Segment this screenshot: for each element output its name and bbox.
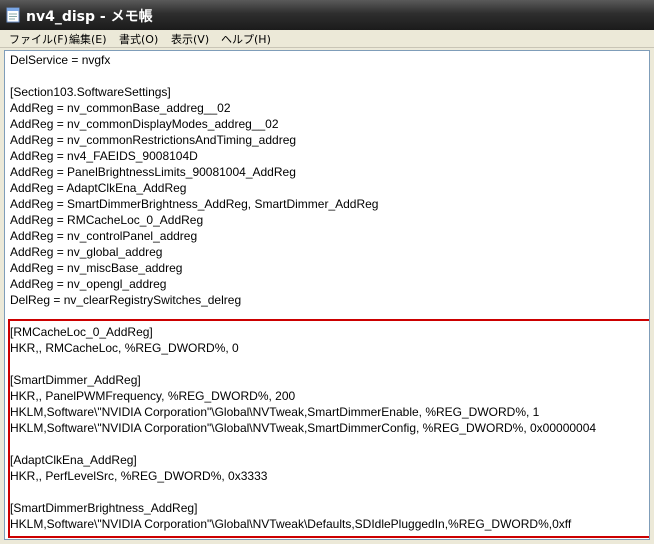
- text-line: AddReg = nv_controlPanel_addreg: [10, 229, 198, 243]
- text-content[interactable]: DelService = nvgfx [Section103.SoftwareSe…: [10, 52, 596, 532]
- text-line: [SmartDimmerBrightness_AddReg]: [10, 501, 198, 515]
- window-bottom-edge: [0, 540, 654, 544]
- menu-format[interactable]: 書式(O): [119, 31, 158, 47]
- text-line: HKLM,Software\"NVIDIA Corporation"\Globa…: [10, 517, 572, 531]
- text-line: AddReg = nv_global_addreg: [10, 245, 163, 259]
- menu-file[interactable]: ファイル(F): [9, 31, 68, 47]
- text-line: AddReg = nv_miscBase_addreg: [10, 261, 183, 275]
- menu-bar: ファイル(F) 編集(E) 書式(O) 表示(V) ヘルプ(H): [0, 30, 654, 48]
- text-line: [10, 68, 596, 84]
- text-line: [10, 436, 596, 452]
- text-line: AddReg = nv4_FAEIDS_9008104D: [10, 149, 198, 163]
- notepad-icon[interactable]: [6, 7, 20, 23]
- text-line: HKLM,Software\"NVIDIA Corporation"\Globa…: [10, 405, 540, 419]
- menu-help[interactable]: ヘルプ(H): [221, 31, 271, 47]
- text-line: DelReg = nv_clearRegistrySwitches_delreg: [10, 293, 242, 307]
- text-line: HKR,, PanelPWMFrequency, %REG_DWORD%, 20…: [10, 389, 296, 403]
- window-title: nv4_disp - メモ帳: [26, 9, 153, 25]
- text-line: DelService = nvgfx: [10, 53, 111, 67]
- text-line: AddReg = nv_commonDisplayModes_addreg__0…: [10, 117, 279, 131]
- text-line: [10, 356, 596, 372]
- text-line: AddReg = AdaptClkEna_AddReg: [10, 181, 187, 195]
- text-line: AddReg = nv_commonBase_addreg__02: [10, 101, 231, 115]
- menu-edit[interactable]: 編集(E): [69, 31, 107, 47]
- text-editor-area[interactable]: DelService = nvgfx [Section103.SoftwareSe…: [4, 50, 650, 540]
- text-line: AddReg = nv_opengl_addreg: [10, 277, 167, 291]
- text-line: AddReg = nv_commonRestrictionsAndTiming_…: [10, 133, 297, 147]
- menu-view[interactable]: 表示(V): [171, 31, 209, 47]
- text-line: [AdaptClkEna_AddReg]: [10, 453, 137, 467]
- text-line: AddReg = SmartDimmerBrightness_AddReg, S…: [10, 197, 379, 211]
- text-line: AddReg = PanelBrightnessLimits_90081004_…: [10, 165, 296, 179]
- text-line: [SmartDimmer_AddReg]: [10, 373, 141, 387]
- text-line: [RMCacheLoc_0_AddReg]: [10, 325, 153, 339]
- text-line: HKR,, RMCacheLoc, %REG_DWORD%, 0: [10, 341, 239, 355]
- text-line: HKLM,Software\"NVIDIA Corporation"\Globa…: [10, 421, 597, 435]
- text-line: [10, 308, 596, 324]
- text-line: AddReg = RMCacheLoc_0_AddReg: [10, 213, 204, 227]
- text-line: [10, 484, 596, 500]
- text-line: HKR,, PerfLevelSrc, %REG_DWORD%, 0x3333: [10, 469, 268, 483]
- title-bar[interactable]: nv4_disp - メモ帳: [0, 0, 654, 30]
- text-line: [Section103.SoftwareSettings]: [10, 85, 171, 99]
